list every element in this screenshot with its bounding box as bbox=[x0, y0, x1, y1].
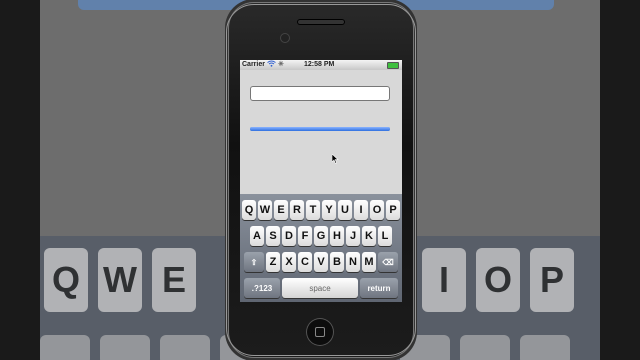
key-t[interactable]: T bbox=[306, 200, 320, 220]
background-key bbox=[100, 335, 150, 360]
background-key: I bbox=[422, 248, 466, 312]
keyboard-row-1: Q W E R T Y U I O P bbox=[240, 200, 402, 220]
keyboard-row-4: .?123 space return bbox=[240, 278, 402, 298]
device-screen: Carrier ✳ 12:58 PM Q W E R T Y U I O P A… bbox=[240, 60, 402, 302]
key-o[interactable]: O bbox=[370, 200, 384, 220]
progress-bar bbox=[250, 127, 390, 131]
carrier-label: Carrier bbox=[242, 61, 265, 68]
background-key bbox=[460, 335, 510, 360]
numbers-key[interactable]: .?123 bbox=[244, 278, 280, 298]
text-input[interactable] bbox=[250, 86, 390, 101]
status-bar: Carrier ✳ 12:58 PM bbox=[240, 60, 402, 70]
key-r[interactable]: R bbox=[290, 200, 304, 220]
activity-spinner-icon: ✳ bbox=[278, 61, 284, 68]
background-key bbox=[160, 335, 210, 360]
delete-key[interactable]: ⌫ bbox=[378, 252, 398, 272]
earpiece-speaker bbox=[297, 19, 345, 25]
background-key bbox=[520, 335, 570, 360]
key-n[interactable]: N bbox=[346, 252, 360, 272]
key-k[interactable]: K bbox=[362, 226, 376, 246]
key-f[interactable]: F bbox=[298, 226, 312, 246]
onscreen-keyboard: Q W E R T Y U I O P A S D F G H J K L ⇧ … bbox=[240, 194, 402, 302]
key-w[interactable]: W bbox=[258, 200, 272, 220]
front-camera bbox=[281, 34, 289, 42]
key-z[interactable]: Z bbox=[266, 252, 280, 272]
shift-key[interactable]: ⇧ bbox=[244, 252, 264, 272]
key-y[interactable]: Y bbox=[322, 200, 336, 220]
key-g[interactable]: G bbox=[314, 226, 328, 246]
key-v[interactable]: V bbox=[314, 252, 328, 272]
background-key: P bbox=[530, 248, 574, 312]
keyboard-row-2: A S D F G H J K L bbox=[240, 226, 402, 246]
background-key: E bbox=[152, 248, 196, 312]
background-key bbox=[40, 335, 90, 360]
mouse-pointer-icon bbox=[331, 153, 339, 166]
key-l[interactable]: L bbox=[378, 226, 392, 246]
return-key[interactable]: return bbox=[360, 278, 398, 298]
background-edge-right bbox=[600, 0, 640, 360]
keyboard-row-3: ⇧ Z X C V B N M ⌫ bbox=[240, 252, 402, 272]
key-e[interactable]: E bbox=[274, 200, 288, 220]
background-key: Q bbox=[44, 248, 88, 312]
key-s[interactable]: S bbox=[266, 226, 280, 246]
key-d[interactable]: D bbox=[282, 226, 296, 246]
key-p[interactable]: P bbox=[386, 200, 400, 220]
key-a[interactable]: A bbox=[250, 226, 264, 246]
key-q[interactable]: Q bbox=[242, 200, 256, 220]
key-m[interactable]: M bbox=[362, 252, 376, 272]
wifi-icon bbox=[267, 60, 276, 69]
key-i[interactable]: I bbox=[354, 200, 368, 220]
key-b[interactable]: B bbox=[330, 252, 344, 272]
key-u[interactable]: U bbox=[338, 200, 352, 220]
status-time: 12:58 PM bbox=[304, 61, 335, 68]
key-c[interactable]: C bbox=[298, 252, 312, 272]
background-edge-left bbox=[0, 0, 40, 360]
progress-fill bbox=[250, 127, 390, 131]
key-x[interactable]: X bbox=[282, 252, 296, 272]
background-key: O bbox=[476, 248, 520, 312]
home-square-icon bbox=[315, 327, 325, 337]
background-key: W bbox=[98, 248, 142, 312]
key-j[interactable]: J bbox=[346, 226, 360, 246]
key-h[interactable]: H bbox=[330, 226, 344, 246]
space-key[interactable]: space bbox=[282, 278, 358, 298]
battery-icon bbox=[387, 62, 399, 69]
home-button[interactable] bbox=[306, 318, 334, 346]
